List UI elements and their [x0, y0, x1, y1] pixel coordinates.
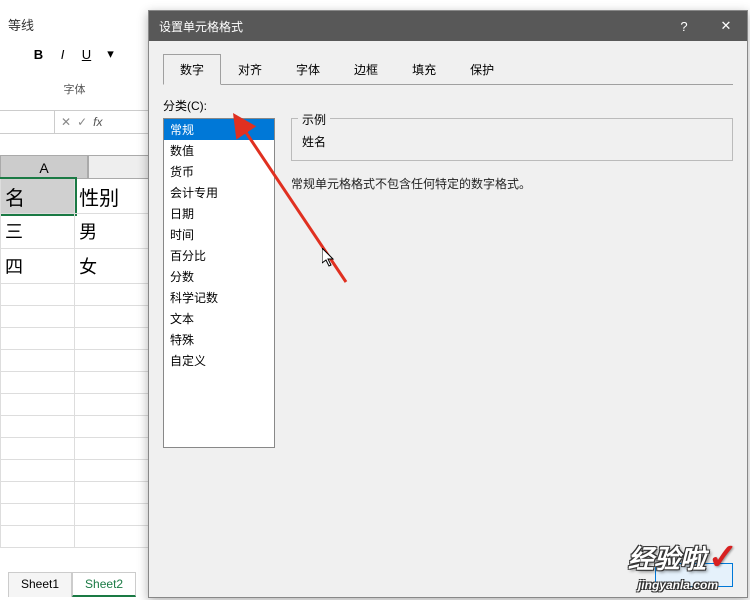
category-date[interactable]: 日期: [164, 203, 274, 224]
font-name-box[interactable]: 等线: [0, 10, 150, 39]
formula-bar: ✕ ✓ fx: [0, 110, 150, 134]
category-text[interactable]: 文本: [164, 308, 274, 329]
cell-empty[interactable]: [75, 394, 150, 416]
cell-b2[interactable]: 男: [75, 214, 150, 249]
spreadsheet-grid[interactable]: A 名 性别 三 男 四 女: [0, 155, 150, 548]
cell-empty[interactable]: [75, 372, 150, 394]
cell-empty[interactable]: [75, 416, 150, 438]
example-value: 姓名: [300, 127, 724, 152]
watermark: 经验啦 ✓ jingyanla.com: [628, 536, 738, 578]
cell-b1[interactable]: 性别: [75, 179, 150, 214]
cell-empty[interactable]: [0, 504, 75, 526]
cell-empty[interactable]: [75, 284, 150, 306]
category-accounting[interactable]: 会计专用: [164, 182, 274, 203]
confirm-icon[interactable]: ✓: [77, 115, 87, 129]
underline-button[interactable]: U: [77, 44, 97, 64]
tab-protect[interactable]: 保护: [453, 54, 511, 85]
cell-empty[interactable]: [0, 394, 75, 416]
dialog-title-text: 设置单元格格式: [159, 18, 243, 35]
category-listbox[interactable]: 常规 数值 货币 会计专用 日期 时间 百分比 分数 科学记数 文本 特殊 自定…: [163, 118, 275, 448]
example-label: 示例: [298, 111, 330, 128]
cell-a1[interactable]: 名: [0, 179, 75, 214]
sheet-tabs: Sheet1 Sheet2: [8, 572, 136, 597]
category-time[interactable]: 时间: [164, 224, 274, 245]
category-fraction[interactable]: 分数: [164, 266, 274, 287]
format-preview-panel: 示例 姓名 常规单元格格式不包含任何特定的数字格式。: [291, 118, 733, 448]
ribbon-section-label: 字体: [64, 81, 86, 100]
sheet-tab-2[interactable]: Sheet2: [72, 572, 136, 597]
tab-align[interactable]: 对齐: [221, 54, 279, 85]
cell-empty[interactable]: [0, 482, 75, 504]
fx-label[interactable]: fx: [93, 115, 102, 129]
cell-empty[interactable]: [0, 460, 75, 482]
cell-empty[interactable]: [0, 306, 75, 328]
example-box: 示例 姓名: [291, 118, 733, 161]
cell-empty[interactable]: [75, 504, 150, 526]
italic-button[interactable]: I: [53, 44, 73, 64]
bold-button[interactable]: B: [29, 44, 49, 64]
ribbon-font-section: B I U ▾ 字体: [0, 40, 150, 100]
help-button[interactable]: ?: [663, 11, 705, 41]
tab-border[interactable]: 边框: [337, 54, 395, 85]
watermark-text: 经验啦: [628, 539, 706, 576]
cell-empty[interactable]: [0, 372, 75, 394]
name-box[interactable]: [0, 111, 55, 133]
cell-empty[interactable]: [75, 482, 150, 504]
cell-empty[interactable]: [75, 350, 150, 372]
cell-empty[interactable]: [0, 438, 75, 460]
cell-empty[interactable]: [75, 460, 150, 482]
tab-font[interactable]: 字体: [279, 54, 337, 85]
cell-a2[interactable]: 三: [0, 214, 75, 249]
cell-empty[interactable]: [0, 328, 75, 350]
tab-number[interactable]: 数字: [163, 54, 221, 85]
cell-empty[interactable]: [75, 438, 150, 460]
border-button[interactable]: ▾: [101, 44, 121, 64]
category-general[interactable]: 常规: [164, 119, 274, 140]
category-custom[interactable]: 自定义: [164, 350, 274, 371]
cell-empty[interactable]: [0, 416, 75, 438]
category-special[interactable]: 特殊: [164, 329, 274, 350]
cell-empty[interactable]: [75, 306, 150, 328]
cell-empty[interactable]: [0, 526, 75, 548]
cancel-icon[interactable]: ✕: [61, 115, 71, 129]
cell-empty[interactable]: [0, 284, 75, 306]
watermark-url: jingyanla.com: [638, 578, 718, 592]
cell-b3[interactable]: 女: [75, 249, 150, 284]
checkmark-icon: ✓: [708, 536, 738, 578]
category-label: 分类(C):: [163, 97, 733, 114]
sheet-tab-1[interactable]: Sheet1: [8, 572, 72, 597]
dialog-titlebar[interactable]: 设置单元格格式 ? ✕: [149, 11, 747, 41]
column-header-a[interactable]: A: [0, 155, 88, 179]
close-button[interactable]: ✕: [705, 11, 747, 41]
cell-empty[interactable]: [75, 526, 150, 548]
format-description: 常规单元格格式不包含任何特定的数字格式。: [291, 175, 733, 192]
category-percent[interactable]: 百分比: [164, 245, 274, 266]
cell-empty[interactable]: [75, 328, 150, 350]
category-currency[interactable]: 货币: [164, 161, 274, 182]
category-number[interactable]: 数值: [164, 140, 274, 161]
format-cells-dialog: 设置单元格格式 ? ✕ 数字 对齐 字体 边框 填充 保护 分类(C): 常规 …: [148, 10, 748, 598]
cell-empty[interactable]: [0, 350, 75, 372]
dialog-tab-strip: 数字 对齐 字体 边框 填充 保护: [163, 53, 733, 85]
column-header-b[interactable]: [88, 155, 150, 179]
cell-a3[interactable]: 四: [0, 249, 75, 284]
tab-fill[interactable]: 填充: [395, 54, 453, 85]
category-scientific[interactable]: 科学记数: [164, 287, 274, 308]
